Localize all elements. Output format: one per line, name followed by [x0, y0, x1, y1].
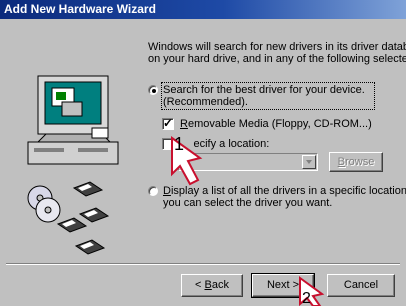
- back-accel: B: [204, 279, 212, 291]
- chevron-down-icon: [306, 160, 312, 164]
- check-icon: ✓: [163, 116, 174, 130]
- next-label: Next >: [266, 279, 300, 291]
- dropdown-button[interactable]: [302, 155, 316, 169]
- cancel-label: Cancel: [343, 279, 379, 291]
- floppy-disk-icon: [56, 181, 110, 255]
- display-list-radio[interactable]: [148, 186, 158, 196]
- display-list-text: isplay a list of all the drivers in a sp…: [170, 185, 406, 197]
- specify-location-label: Specify a location:: [180, 138, 269, 150]
- title-bar[interactable]: Add New Hardware Wizard: [0, 0, 406, 19]
- wizard-window: Add New Hardware Wizard Windows will sea…: [0, 0, 406, 306]
- cd-disk-icon: [27, 185, 61, 223]
- search-best-label: Search for the best driver for your devi…: [163, 84, 365, 96]
- intro-text-line2: on your hard drive, and in any of the fo…: [148, 53, 406, 65]
- search-best-label-line2: (Recommended).: [163, 96, 248, 108]
- specify-location-checkbox[interactable]: [162, 138, 174, 150]
- removable-media-label: Removable Media (Floppy, CD-ROM...): [180, 118, 372, 130]
- separator: [6, 263, 400, 265]
- browse-button[interactable]: Browse: [329, 152, 383, 172]
- removable-media-checkbox[interactable]: ✓: [162, 116, 174, 130]
- computer-icon: [27, 75, 119, 165]
- display-list-label: Display a list of all the drivers in a s…: [163, 185, 406, 197]
- back-label: ack: [211, 279, 229, 291]
- cancel-button[interactable]: Cancel: [327, 274, 395, 297]
- specify-location-text: ecify a location:: [193, 138, 270, 150]
- next-button[interactable]: Next >: [251, 273, 315, 298]
- display-list-accel: D: [163, 185, 171, 197]
- back-prefix: <: [195, 279, 205, 291]
- removable-media-accel: R: [180, 118, 188, 130]
- intro-text-line1: Windows will search for new drivers in i…: [148, 41, 406, 53]
- removable-media-text: emovable Media (Floppy, CD-ROM...): [187, 118, 372, 130]
- window-title: Add New Hardware Wizard: [4, 2, 156, 16]
- browse-accel: B: [337, 156, 345, 168]
- wizard-illustration: [27, 75, 119, 255]
- browse-label: rowse: [345, 156, 375, 168]
- display-list-label-line2: you can select the driver you want.: [163, 197, 333, 209]
- back-button[interactable]: < Back: [181, 274, 243, 297]
- search-best-radio[interactable]: [148, 85, 158, 95]
- location-path-combo[interactable]: [178, 153, 318, 171]
